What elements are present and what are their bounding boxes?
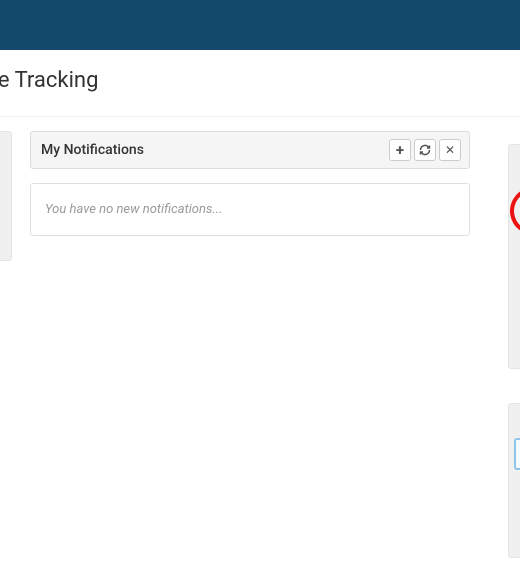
- top-nav-bar: [0, 0, 520, 50]
- right-panels-edge: [508, 144, 520, 558]
- refresh-icon: [419, 144, 431, 156]
- refresh-button[interactable]: [414, 139, 436, 161]
- notifications-body: You have no new notifications...: [30, 183, 470, 236]
- right-panel-2-edge: [508, 403, 520, 558]
- page-title: orage Tracking: [0, 50, 520, 111]
- notifications-header: My Notifications + ✕: [30, 131, 470, 169]
- close-button[interactable]: ✕: [439, 139, 461, 161]
- left-panel-edge: [0, 131, 12, 261]
- content-area: My Notifications + ✕ Y: [0, 117, 520, 261]
- notifications-panel: My Notifications + ✕ Y: [30, 131, 470, 261]
- right-panel-1-edge: [508, 144, 520, 369]
- notifications-title: My Notifications: [41, 142, 144, 158]
- notifications-actions: + ✕: [389, 139, 461, 161]
- right-panel-highlight-edge: [514, 438, 520, 470]
- add-button[interactable]: +: [389, 139, 411, 161]
- plus-icon: +: [396, 143, 404, 158]
- close-icon: ✕: [445, 144, 455, 156]
- notifications-empty-text: You have no new notifications...: [45, 202, 222, 217]
